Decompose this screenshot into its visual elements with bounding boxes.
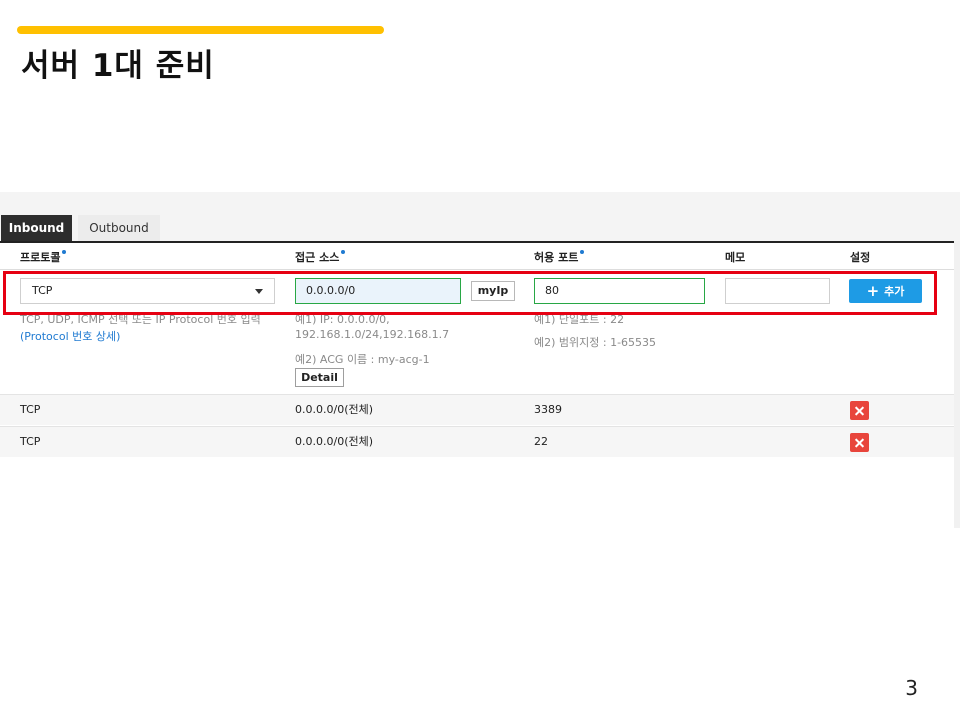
rule-port: 3389: [534, 403, 562, 416]
rule-protocol: TCP: [20, 435, 41, 448]
protocol-select[interactable]: TCP: [20, 278, 275, 304]
add-rule-button[interactable]: + 추가: [849, 279, 922, 303]
tab-underline: [0, 241, 954, 243]
acg-rule-panel: Inbound Outbound 프로토콜 접근 소스 허용 포트 메모 설정 …: [0, 192, 960, 528]
column-header-memo: 메모: [725, 251, 746, 264]
delete-rule-icon[interactable]: [850, 433, 869, 452]
caret-down-icon: [255, 289, 263, 294]
slide-title: 서버 1대 준비: [21, 48, 215, 84]
page-number: 3: [905, 676, 918, 700]
required-dot-icon: [62, 250, 67, 254]
protocol-number-detail-link[interactable]: (Protocol 번호 상세): [20, 328, 120, 344]
port-hint-line1: 예1) 단일포트 : 22: [534, 313, 625, 326]
column-header-protocol-label: 프로토콜: [20, 251, 61, 264]
port-hint-line2: 예2) 범위지정 : 1-65535: [534, 336, 657, 349]
column-header-source: 접근 소스: [295, 249, 346, 265]
tab-outbound[interactable]: Outbound: [78, 215, 160, 241]
source-hint-line3: 예2) ACG 이름 : my-acg-1: [295, 353, 430, 366]
title-accent-bar: [17, 26, 384, 34]
delete-rule-icon[interactable]: [850, 401, 869, 420]
rule-source: 0.0.0.0/0(전체): [295, 403, 374, 416]
required-dot-icon: [580, 250, 585, 254]
source-hint-line2: 192.168.1.0/24,192.168.1.7: [295, 328, 450, 341]
plus-icon: +: [866, 282, 880, 300]
protocol-select-value: TCP: [32, 284, 53, 297]
header-divider: [0, 269, 954, 270]
port-input[interactable]: 80: [534, 278, 705, 304]
rule-protocol: TCP: [20, 403, 41, 416]
column-header-port: 허용 포트: [534, 249, 585, 265]
protocol-hint: TCP, UDP, ICMP 선택 또는 IP Protocol 번호 입력: [20, 313, 261, 326]
source-input[interactable]: 0.0.0.0/0: [295, 278, 461, 304]
rule-source: 0.0.0.0/0(전체): [295, 435, 374, 448]
memo-input[interactable]: [725, 278, 830, 304]
tab-inbound[interactable]: Inbound: [1, 215, 72, 241]
column-header-source-label: 접근 소스: [295, 251, 340, 264]
required-dot-icon: [341, 250, 346, 254]
column-header-protocol: 프로토콜: [20, 249, 67, 265]
column-header-port-label: 허용 포트: [534, 251, 579, 264]
add-rule-label: 추가: [884, 285, 905, 298]
myip-button[interactable]: myIp: [471, 281, 515, 301]
source-hint-line1: 예1) IP: 0.0.0.0/0,: [295, 313, 390, 326]
detail-button[interactable]: Detail: [295, 368, 344, 387]
table-row: TCP 0.0.0.0/0(전체) 3389: [0, 394, 954, 425]
panel-edge: [954, 241, 960, 528]
column-header-settings: 설정: [850, 251, 871, 264]
rule-port: 22: [534, 435, 548, 448]
table-row: TCP 0.0.0.0/0(전체) 22: [0, 426, 954, 457]
